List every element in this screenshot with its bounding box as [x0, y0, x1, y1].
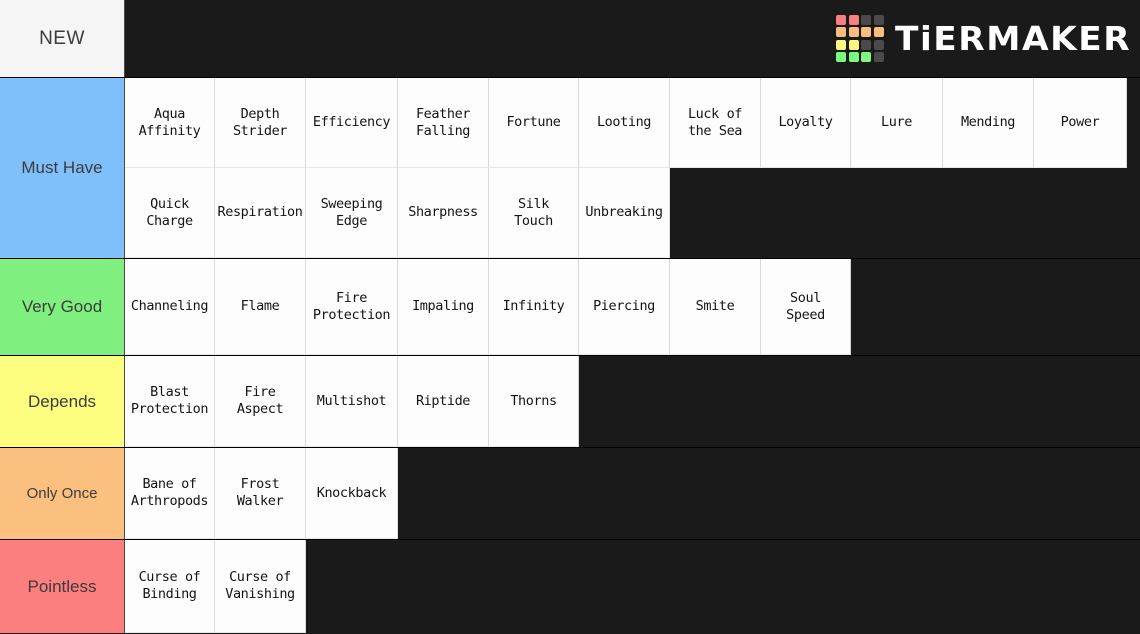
tier-list-board: NEW TiERMAKER Must Have Aqua Affinity Dept…: [0, 0, 1140, 634]
logo-grid-cell: [848, 52, 859, 63]
tier-item[interactable]: Impaling: [398, 259, 489, 355]
tier-label-very-good[interactable]: Very Good: [0, 259, 125, 355]
new-tier-cell[interactable]: NEW: [0, 0, 125, 77]
tier-item[interactable]: Channeling: [125, 259, 215, 355]
tier-item[interactable]: Bane of Arthropods: [125, 448, 215, 539]
tier-label-only-once[interactable]: Only Once: [0, 448, 125, 539]
tier-item[interactable]: Riptide: [398, 356, 489, 447]
logo-grid-cell: [848, 27, 859, 38]
tier-item-line: Bane of Arthropods Frost Walker Knockback: [125, 448, 1140, 539]
tier-item[interactable]: Curse of Vanishing: [215, 540, 306, 633]
tier-item[interactable]: Quick Charge: [125, 168, 215, 258]
board-header: NEW TiERMAKER: [0, 0, 1140, 78]
tier-items: Channeling Flame Fire Protection Impaling In…: [125, 259, 1140, 355]
tier-item[interactable]: Flame: [215, 259, 306, 355]
tier-item-line: Blast Protection Fire Aspect Multishot Ript…: [125, 356, 1140, 447]
new-tier-label: NEW: [39, 27, 85, 49]
logo-grid-cell: [873, 52, 884, 63]
tier-item[interactable]: Silk Touch: [489, 168, 579, 258]
logo-grid-cell: [836, 27, 847, 38]
tier-item[interactable]: Loyalty: [761, 78, 851, 168]
tier-items: Curse of Binding Curse of Vanishing: [125, 540, 1140, 633]
tier-item[interactable]: Thorns: [489, 356, 579, 447]
tier-row: Pointless Curse of Binding Curse of Vanish…: [0, 540, 1140, 633]
tier-label-text: Pointless: [27, 576, 97, 596]
tier-item[interactable]: Fire Aspect: [215, 356, 306, 447]
tier-item[interactable]: Infinity: [489, 259, 579, 355]
logo-grid-cell: [848, 39, 859, 50]
tier-item[interactable]: Feather Falling: [398, 78, 489, 168]
tier-label-pointless[interactable]: Pointless: [0, 540, 125, 633]
logo-grid-cell: [861, 27, 872, 38]
tier-item[interactable]: Sharpness: [398, 168, 489, 258]
tier-item-line: Quick Charge Respiration Sweeping Edge Shar…: [125, 168, 1140, 258]
tier-label-text: Only Once: [26, 485, 98, 502]
logo-grid-cell: [836, 39, 847, 50]
tier-item[interactable]: Respiration: [215, 168, 306, 258]
tiermaker-logo: TiERMAKER: [836, 14, 1130, 63]
tier-item[interactable]: Multishot: [306, 356, 398, 447]
tier-item[interactable]: Smite: [670, 259, 761, 355]
tier-label-depends[interactable]: Depends: [0, 356, 125, 447]
tier-item[interactable]: Depth Strider: [215, 78, 306, 168]
tier-label-text: Very Good: [21, 297, 103, 316]
tier-item[interactable]: Luck of the Sea: [670, 78, 761, 168]
tier-item[interactable]: Piercing: [579, 259, 670, 355]
logo-grid-cell: [848, 14, 859, 25]
tier-item[interactable]: Lure: [851, 78, 943, 168]
tier-items: Bane of Arthropods Frost Walker Knockback: [125, 448, 1140, 539]
tier-row: Depends Blast Protection Fire Aspect Multis…: [0, 356, 1140, 448]
logo-grid-cell: [873, 27, 884, 38]
logo-grid-cell: [873, 39, 884, 50]
logo-grid-cell: [836, 14, 847, 25]
tier-items: Blast Protection Fire Aspect Multishot Ript…: [125, 356, 1140, 447]
tier-item[interactable]: Soul Speed: [761, 259, 851, 355]
tier-item[interactable]: Efficiency: [306, 78, 398, 168]
logo-grid-cell: [861, 39, 872, 50]
logo-grid-cell: [836, 52, 847, 63]
logo-grid-cell: [861, 14, 872, 25]
tier-item[interactable]: Power: [1034, 78, 1127, 168]
tier-label-text: Depends: [27, 391, 97, 411]
tier-row: Only Once Bane of Arthropods Frost Walker K…: [0, 448, 1140, 540]
tier-item-line: Aqua Affinity Depth Strider Efficiency Feat…: [125, 78, 1140, 168]
tier-item[interactable]: Fire Protection: [306, 259, 398, 355]
logo-grid-icon: [836, 14, 884, 63]
tier-row: Very Good Channeling Flame Fire Protection I…: [0, 259, 1140, 356]
logo-wordmark: TiERMAKER: [894, 19, 1132, 58]
logo-grid-cell: [873, 14, 884, 25]
tier-items: Aqua Affinity Depth Strider Efficiency Feat…: [125, 78, 1140, 258]
tier-item[interactable]: Knockback: [306, 448, 398, 539]
tier-label-must-have[interactable]: Must Have: [0, 78, 125, 258]
tier-item[interactable]: Fortune: [489, 78, 579, 168]
tier-item[interactable]: Aqua Affinity: [125, 78, 215, 168]
tier-item[interactable]: Looting: [579, 78, 670, 168]
tier-item[interactable]: Blast Protection: [125, 356, 215, 447]
tier-label-text: Must Have: [21, 158, 103, 177]
tier-item[interactable]: Curse of Binding: [125, 540, 215, 633]
logo-grid-cell: [861, 52, 872, 63]
tier-rows-container: Must Have Aqua Affinity Depth Strider Effic…: [0, 78, 1140, 633]
tier-item[interactable]: Unbreaking: [579, 168, 670, 258]
tier-item[interactable]: Mending: [943, 78, 1034, 168]
tier-item-line: Curse of Binding Curse of Vanishing: [125, 540, 1140, 633]
tier-row: Must Have Aqua Affinity Depth Strider Effic…: [0, 78, 1140, 259]
tier-item[interactable]: Sweeping Edge: [306, 168, 398, 258]
tier-item-line: Channeling Flame Fire Protection Impaling In…: [125, 259, 1140, 355]
tier-item[interactable]: Frost Walker: [215, 448, 306, 539]
header-spacer: TiERMAKER: [125, 0, 1140, 77]
